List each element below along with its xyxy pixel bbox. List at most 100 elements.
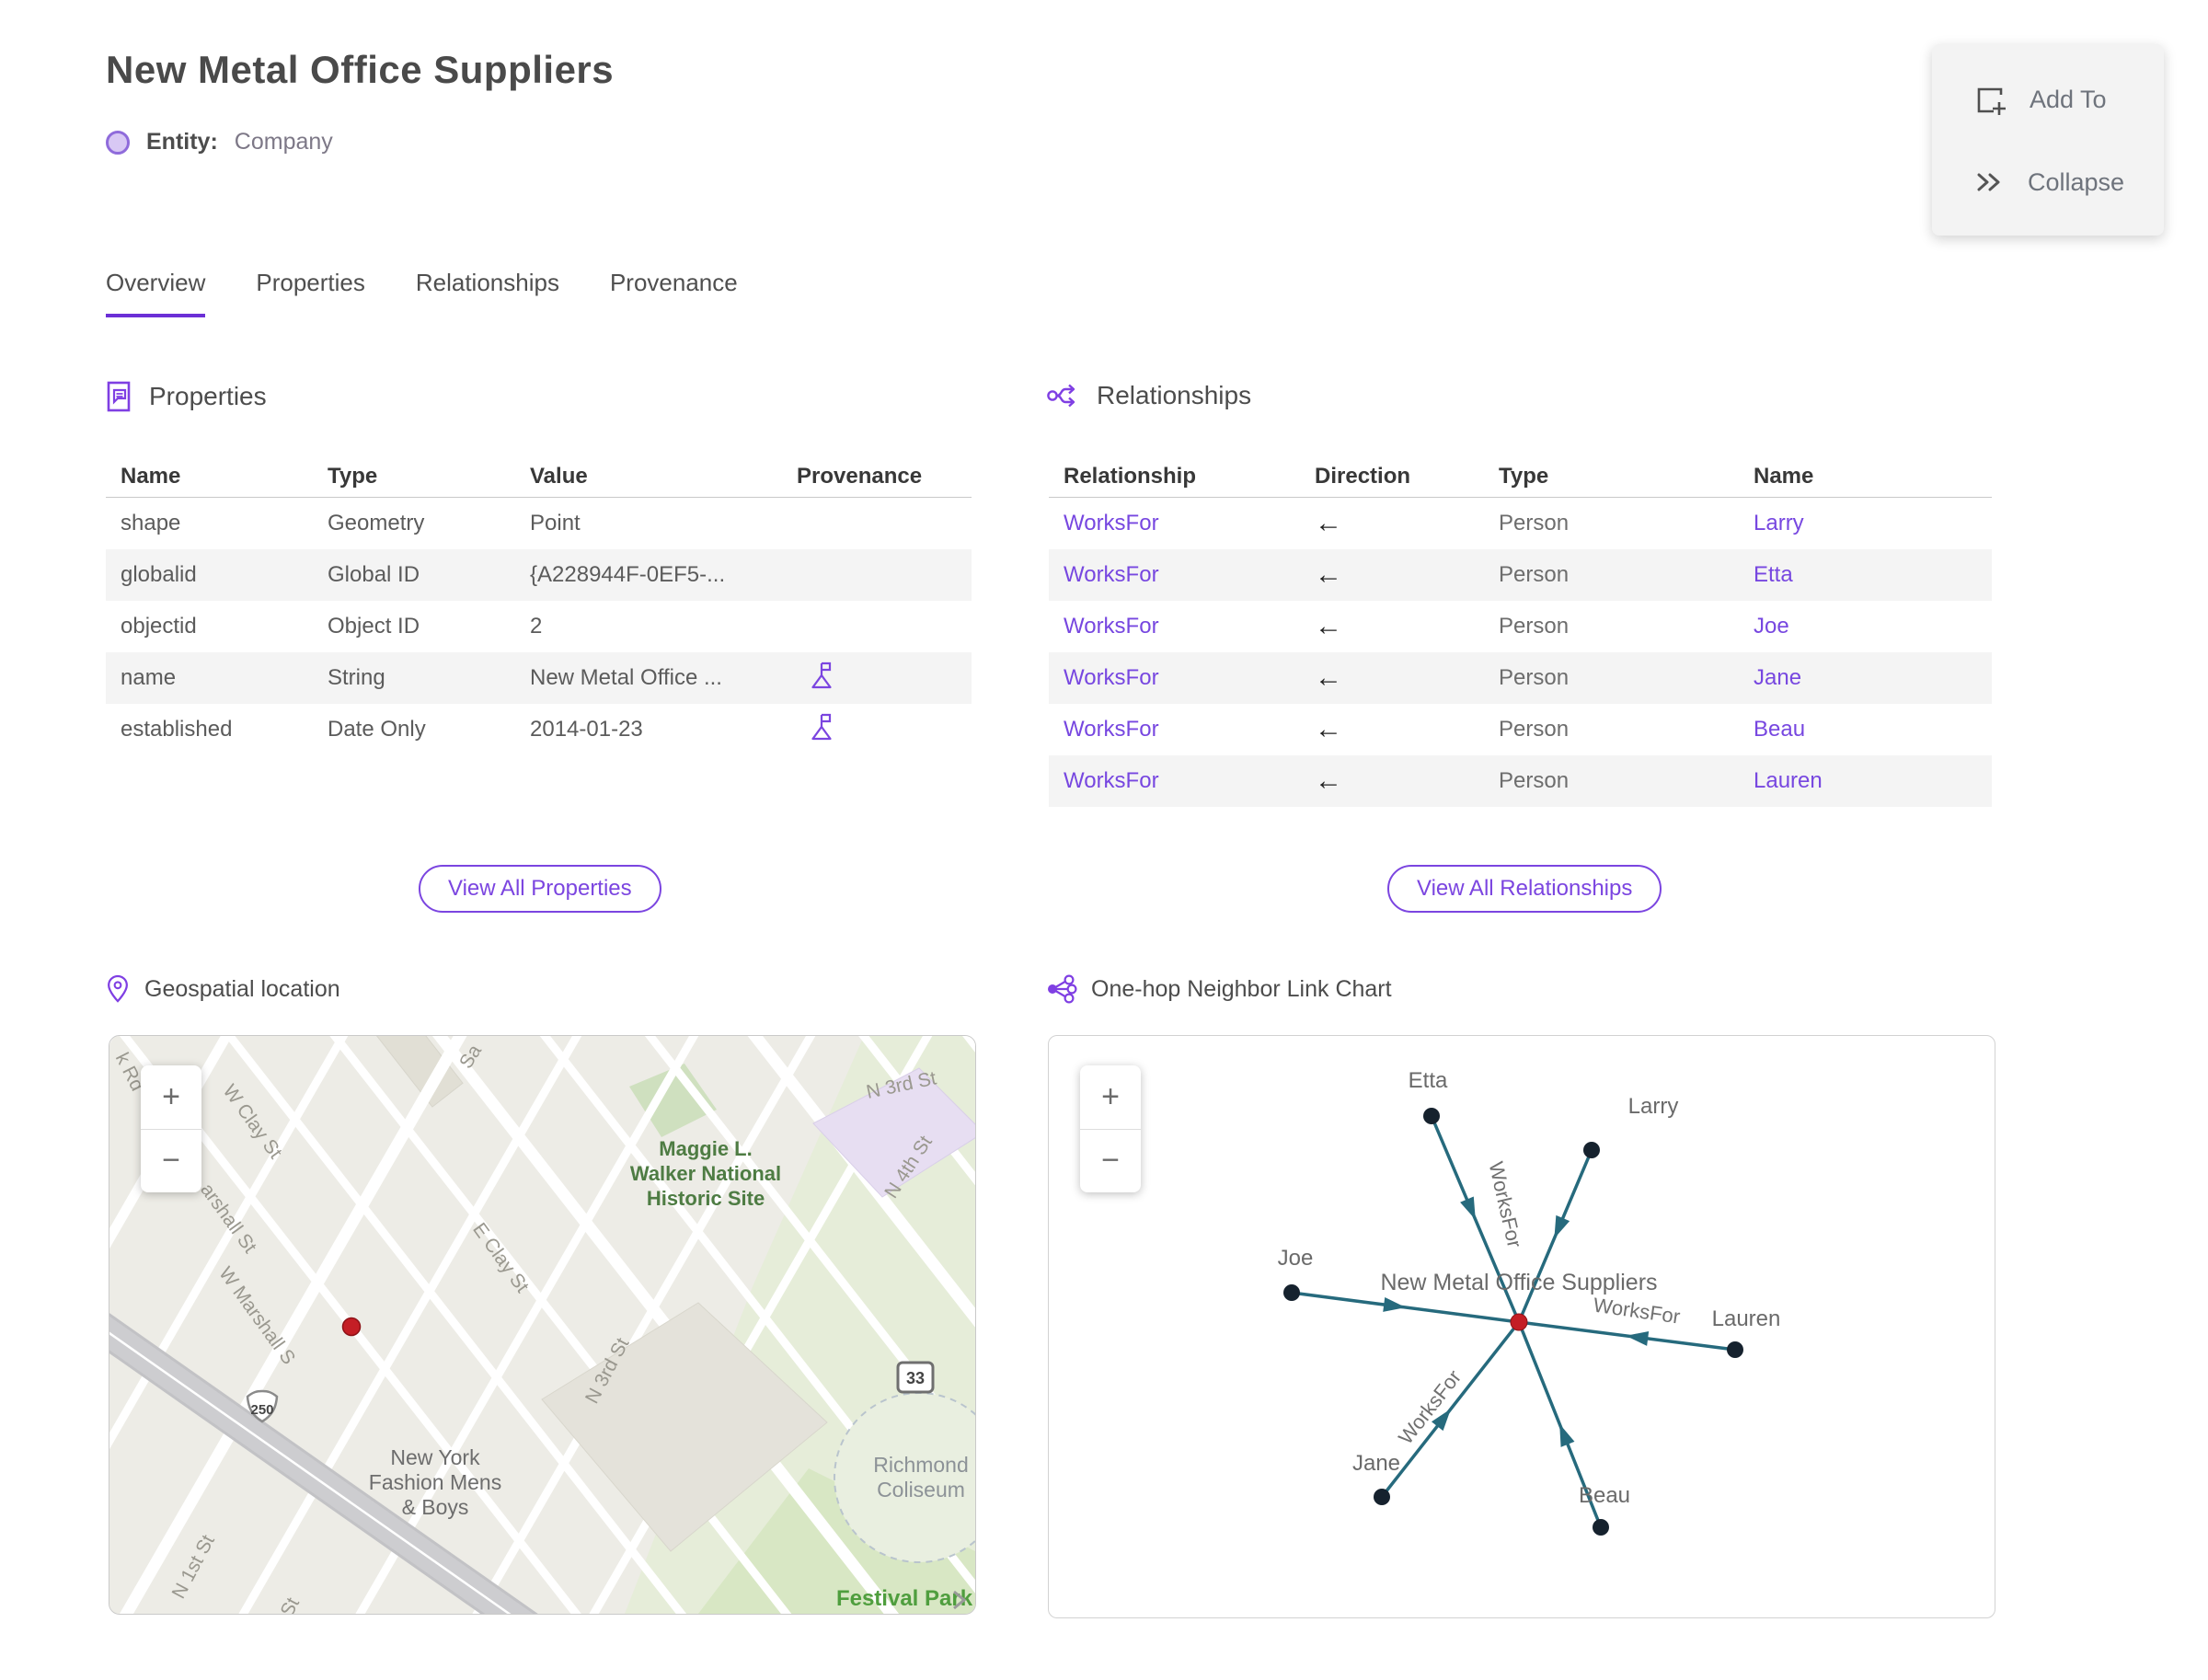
node-joe[interactable] [1283,1284,1300,1301]
property-name: globalid [121,562,197,587]
edge-arrowhead [1559,1423,1575,1447]
related-entity-type: Person [1499,614,1570,639]
map-zoom-in-button[interactable]: + [141,1065,201,1130]
node-label-beau: Beau [1579,1483,1630,1508]
properties-icon [107,381,131,412]
relationship-link[interactable]: WorksFor [1049,562,1300,588]
property-name: established [121,717,233,742]
property-value: New Metal Office ... [530,665,722,690]
properties-table-header: Name Type Value Provenance [106,456,972,498]
property-row: established Date Only 2014-01-23 [106,704,972,755]
chart-zoom-in-button[interactable]: + [1080,1065,1141,1130]
geospatial-title: Geospatial location [144,975,340,1002]
provenance-flag-icon [811,713,832,740]
property-type: Date Only [328,717,426,742]
collapse-button[interactable]: Collapse [1932,167,2164,198]
related-entity-link[interactable]: Joe [1739,614,1992,639]
node-beau[interactable] [1593,1519,1609,1536]
view-all-relationships-button[interactable]: View All Relationships [1387,865,1662,913]
properties-section-header: Properties [103,379,267,414]
entity-type-value: Company [234,129,333,155]
property-type: Object ID [328,614,420,639]
add-to-label: Add To [2030,85,2107,113]
property-value: Point [530,511,581,535]
relationship-link[interactable]: WorksFor [1049,614,1300,639]
svg-text:33: 33 [906,1369,925,1387]
map-pin-icon [108,974,128,1003]
tab-provenance[interactable]: Provenance [610,269,738,317]
map-zoom-out-button[interactable]: − [141,1130,201,1193]
map-label: Richmond [873,1453,969,1477]
col-value: Value [530,464,588,489]
center-node-label: New Metal Office Suppliers [1380,1270,1657,1295]
related-entity-link[interactable]: Larry [1739,511,1992,536]
tab-properties[interactable]: Properties [256,269,365,317]
property-row: globalid Global ID {A228944F-0EF5-... [106,549,972,601]
view-all-properties-button[interactable]: View All Properties [419,865,661,913]
add-to-icon [1977,87,2006,115]
properties-table: Name Type Value Provenance shape Geometry… [106,456,972,755]
related-entity-type: Person [1499,562,1570,587]
related-entity-type: Person [1499,768,1570,793]
tab-relationships[interactable]: Relationships [416,269,559,317]
chart-zoom-control: + − [1080,1065,1141,1192]
property-type: Geometry [328,511,425,535]
relationship-row: WorksFor ← Person Larry [1049,498,1992,549]
property-name: shape [121,511,181,535]
entity-location-marker [341,1317,362,1337]
relationship-link[interactable]: WorksFor [1049,665,1300,691]
provenance-flag-icon [811,662,832,688]
node-etta[interactable] [1423,1108,1440,1124]
center-node[interactable] [1510,1313,1528,1331]
direction-arrow: ← [1315,714,1342,744]
map-label: Coliseum [877,1478,965,1502]
add-to-button[interactable]: Add To [1932,82,2164,117]
property-value: 2014-01-23 [530,717,643,742]
related-entity-link[interactable]: Jane [1739,665,1992,691]
node-lauren[interactable] [1727,1341,1743,1358]
property-row: objectid Object ID 2 [106,601,972,652]
edge-arrowhead [1626,1330,1650,1346]
entity-row: Entity: Company [106,129,333,155]
property-row: shape Geometry Point [106,498,972,549]
edge-label: WorksFor [1484,1159,1526,1249]
node-jane[interactable] [1374,1489,1390,1505]
collapse-label: Collapse [2028,167,2125,196]
relationships-table-header: Relationship Direction Type Name [1049,456,1992,498]
one-hop-link-chart[interactable]: WorksFor WorksFor WorksFor Etta Larry Joe Laur… [1048,1035,1995,1618]
properties-section-title: Properties [149,382,267,410]
route-shield-250: 250 [246,1389,279,1423]
relationships-section-header: Relationships [1045,379,1251,412]
chart-zoom-out-button[interactable]: − [1080,1130,1141,1193]
relationship-link[interactable]: WorksFor [1049,768,1300,794]
edge-arrowhead [1460,1196,1476,1220]
edge-label: WorksFor [1592,1294,1681,1329]
relationships-table: Relationship Direction Type Name WorksFo… [1049,456,1992,807]
node-larry[interactable] [1583,1142,1600,1158]
related-entity-link[interactable]: Beau [1739,717,1992,742]
related-entity-type: Person [1499,511,1570,535]
property-row: name String New Metal Office ... [106,652,972,704]
page-title: New Metal Office Suppliers [106,48,615,91]
relationships-section-title: Relationships [1097,381,1252,409]
property-type: String [328,665,385,690]
relationship-link[interactable]: WorksFor [1049,717,1300,742]
map-label: New York [390,1445,480,1469]
tab-overview[interactable]: Overview [106,269,206,317]
map-zoom-control: + − [141,1065,201,1192]
relationship-link[interactable]: WorksFor [1049,511,1300,536]
entity-type-icon [106,130,130,155]
property-provenance[interactable] [782,712,972,748]
double-chevron-right-icon [1977,173,2000,191]
map-label: & Boys [402,1495,469,1519]
related-entity-link[interactable]: Etta [1739,562,1992,588]
direction-arrow: ← [1315,508,1342,538]
related-entity-link[interactable]: Lauren [1739,768,1992,794]
property-provenance[interactable] [782,661,972,696]
entity-label: Entity: [146,129,218,155]
property-name: name [121,665,177,690]
map-label: Maggie L. [659,1137,752,1160]
property-type: Global ID [328,562,420,587]
geospatial-map[interactable]: 250 33 k Rd W Clay St Sa N 3rd St N 4th St ar… [109,1035,976,1615]
relationships-icon [1047,384,1075,408]
